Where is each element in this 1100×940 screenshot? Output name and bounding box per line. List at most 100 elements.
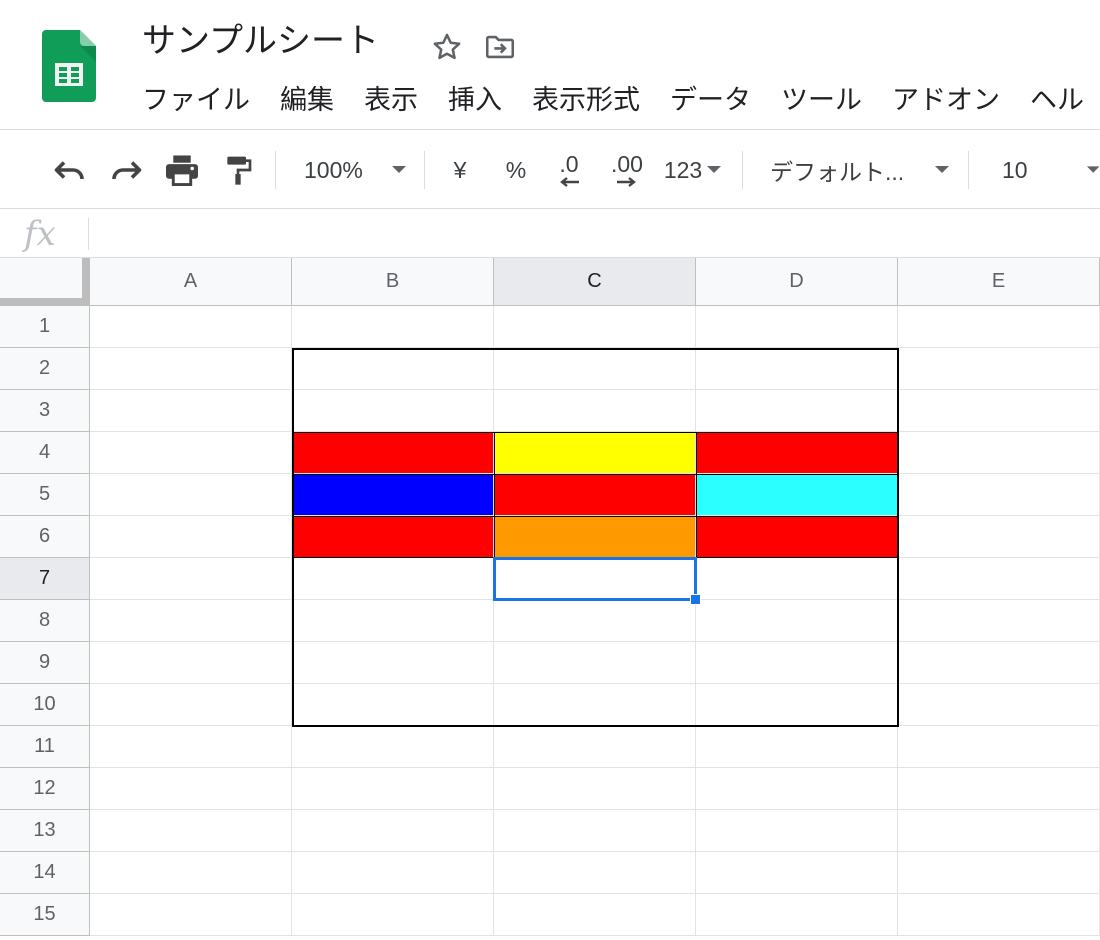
freeze-row-handle[interactable] — [0, 298, 90, 306]
cell-d14[interactable] — [696, 852, 898, 894]
cell-c13[interactable] — [494, 810, 696, 852]
menu-view[interactable]: 表示 — [364, 80, 418, 122]
row-header-2[interactable]: 2 — [0, 348, 90, 390]
cell-a13[interactable] — [90, 810, 292, 852]
cell-c12[interactable] — [494, 768, 696, 810]
font-family-select[interactable]: デフォルト... — [770, 131, 956, 209]
row-header-9[interactable]: 9 — [0, 642, 90, 684]
cell-e7[interactable] — [898, 558, 1100, 600]
cell-e5[interactable] — [898, 474, 1100, 516]
cell-d11[interactable] — [696, 726, 898, 768]
cell-c5[interactable] — [494, 474, 696, 516]
cell-e2[interactable] — [898, 348, 1100, 390]
document-title[interactable]: サンプルシート — [142, 18, 379, 64]
fill-handle[interactable] — [690, 594, 701, 605]
menu-help[interactable]: ヘル — [1030, 80, 1084, 122]
decrease-decimal-button[interactable]: .0 — [548, 131, 590, 209]
cell-d13[interactable] — [696, 810, 898, 852]
cell-c2[interactable] — [494, 348, 696, 390]
row-header-3[interactable]: 3 — [0, 390, 90, 432]
cell-a11[interactable] — [90, 726, 292, 768]
cell-e9[interactable] — [898, 642, 1100, 684]
cell-e3[interactable] — [898, 390, 1100, 432]
move-to-folder-icon[interactable] — [482, 30, 518, 64]
undo-icon[interactable] — [50, 131, 90, 209]
currency-format-button[interactable]: ¥ — [444, 131, 476, 209]
column-header-c[interactable]: C — [494, 258, 696, 306]
row-header-1[interactable]: 1 — [0, 306, 90, 348]
row-header-11[interactable]: 11 — [0, 726, 90, 768]
cell-d2[interactable] — [696, 348, 898, 390]
font-size-select[interactable]: 10 — [990, 131, 1100, 209]
menu-format[interactable]: 表示形式 — [532, 80, 640, 122]
cell-e10[interactable] — [898, 684, 1100, 726]
cell-c9[interactable] — [494, 642, 696, 684]
cell-d3[interactable] — [696, 390, 898, 432]
cell-b11[interactable] — [292, 726, 494, 768]
cell-a8[interactable] — [90, 600, 292, 642]
menu-tools[interactable]: ツール — [781, 80, 862, 122]
star-icon[interactable] — [430, 30, 464, 64]
cell-b2[interactable] — [292, 348, 494, 390]
row-header-10[interactable]: 10 — [0, 684, 90, 726]
more-formats-button[interactable]: 123 — [660, 131, 726, 209]
menu-edit[interactable]: 編集 — [280, 80, 334, 122]
cell-c14[interactable] — [494, 852, 696, 894]
cell-b12[interactable] — [292, 768, 494, 810]
cell-b9[interactable] — [292, 642, 494, 684]
select-all-corner[interactable] — [0, 258, 90, 306]
cell-b15[interactable] — [292, 894, 494, 936]
cell-c10[interactable] — [494, 684, 696, 726]
formula-input[interactable] — [100, 218, 1080, 250]
cell-b4[interactable] — [292, 432, 494, 474]
cell-a6[interactable] — [90, 516, 292, 558]
paint-format-icon[interactable] — [220, 131, 256, 209]
cell-c8[interactable] — [494, 600, 696, 642]
cell-e1[interactable] — [898, 306, 1100, 348]
row-header-4[interactable]: 4 — [0, 432, 90, 474]
cell-d15[interactable] — [696, 894, 898, 936]
cell-d6[interactable] — [696, 516, 898, 558]
cell-b5[interactable] — [292, 474, 494, 516]
cell-e11[interactable] — [898, 726, 1100, 768]
cell-d12[interactable] — [696, 768, 898, 810]
cell-d1[interactable] — [696, 306, 898, 348]
cell-d7[interactable] — [696, 558, 898, 600]
column-header-e[interactable]: E — [898, 258, 1100, 306]
cell-b14[interactable] — [292, 852, 494, 894]
column-header-b[interactable]: B — [292, 258, 494, 306]
zoom-select[interactable]: 100% — [296, 131, 416, 209]
cell-c15[interactable] — [494, 894, 696, 936]
redo-icon[interactable] — [106, 131, 146, 209]
cell-b6[interactable] — [292, 516, 494, 558]
increase-decimal-button[interactable]: .00 — [604, 131, 650, 209]
cell-c4[interactable] — [494, 432, 696, 474]
row-header-15[interactable]: 15 — [0, 894, 90, 936]
print-icon[interactable] — [162, 131, 202, 209]
row-header-12[interactable]: 12 — [0, 768, 90, 810]
cell-e12[interactable] — [898, 768, 1100, 810]
cell-a7[interactable] — [90, 558, 292, 600]
cell-b7[interactable] — [292, 558, 494, 600]
cell-d10[interactable] — [696, 684, 898, 726]
column-header-d[interactable]: D — [696, 258, 898, 306]
sheets-logo-icon[interactable] — [42, 30, 96, 102]
cell-d8[interactable] — [696, 600, 898, 642]
menu-file[interactable]: ファイル — [142, 80, 250, 122]
cell-e8[interactable] — [898, 600, 1100, 642]
cell-a15[interactable] — [90, 894, 292, 936]
cell-b3[interactable] — [292, 390, 494, 432]
cell-a4[interactable] — [90, 432, 292, 474]
cell-c7[interactable] — [494, 558, 696, 600]
cell-b13[interactable] — [292, 810, 494, 852]
cell-e15[interactable] — [898, 894, 1100, 936]
cell-b8[interactable] — [292, 600, 494, 642]
cell-e6[interactable] — [898, 516, 1100, 558]
cell-a9[interactable] — [90, 642, 292, 684]
cell-a5[interactable] — [90, 474, 292, 516]
cell-c3[interactable] — [494, 390, 696, 432]
cell-a2[interactable] — [90, 348, 292, 390]
percent-format-button[interactable]: % — [500, 131, 532, 209]
row-header-6[interactable]: 6 — [0, 516, 90, 558]
cell-d4[interactable] — [696, 432, 898, 474]
